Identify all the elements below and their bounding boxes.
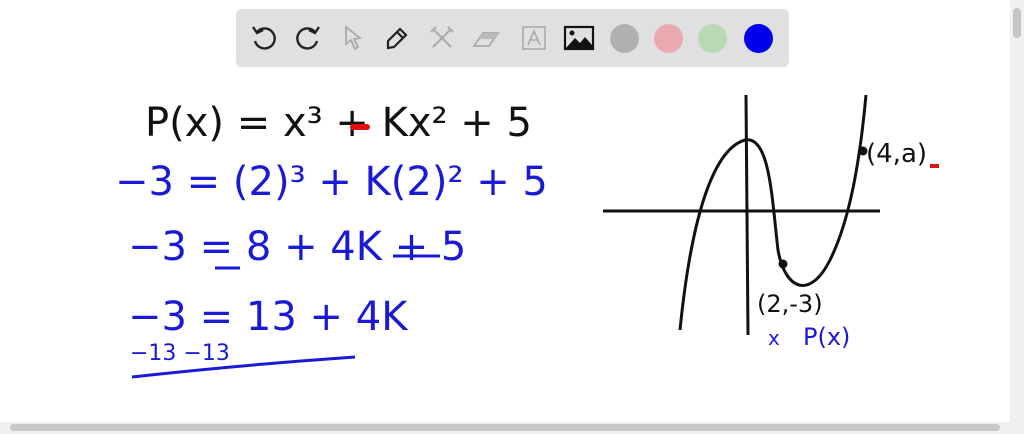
- px-label: P(x): [803, 323, 850, 351]
- point-bottom-label: (2,-3): [757, 290, 823, 318]
- horizontal-scrollbar[interactable]: [0, 422, 1010, 434]
- whiteboard-canvas[interactable]: P(x) = x³ + Kx² + 5 −3 = (2)³ + K(2)² + …: [0, 0, 1010, 422]
- equation-line-5: −13 −13: [130, 341, 230, 366]
- point-top-label: (4,a): [866, 139, 927, 169]
- graph: (4,a) (2,-3) x P(x): [603, 94, 939, 351]
- highlight-mark: [350, 124, 370, 130]
- equation-line-1: P(x) = x³ + Kx² + 5: [145, 100, 532, 146]
- vertical-scrollbar[interactable]: [1010, 0, 1024, 434]
- highlight-mark-a: [930, 164, 939, 168]
- horizontal-scroll-thumb[interactable]: [10, 424, 1000, 431]
- equation-line-4: −3 = 13 + 4K: [128, 294, 409, 340]
- equation-line-2: −3 = (2)³ + K(2)² + 5: [115, 159, 548, 205]
- equation-line-3: −3 = 8 + 4K + 5: [128, 224, 466, 270]
- point-bottom: [778, 259, 788, 269]
- y-axis: [744, 94, 750, 336]
- vertical-scroll-thumb[interactable]: [1013, 8, 1021, 38]
- x-label: x: [768, 326, 780, 350]
